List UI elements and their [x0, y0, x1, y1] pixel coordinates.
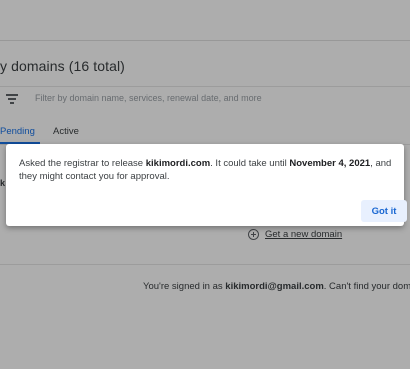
release-confirmation-dialog: Asked the registrar to release kikimordi… [6, 144, 407, 226]
dialog-message: Asked the registrar to release kikimordi… [19, 158, 392, 182]
dialog-domain: kikimordi.com [145, 158, 211, 169]
got-it-button[interactable]: Got it [361, 200, 407, 222]
dialog-date: November 4, 2021 [289, 158, 371, 169]
